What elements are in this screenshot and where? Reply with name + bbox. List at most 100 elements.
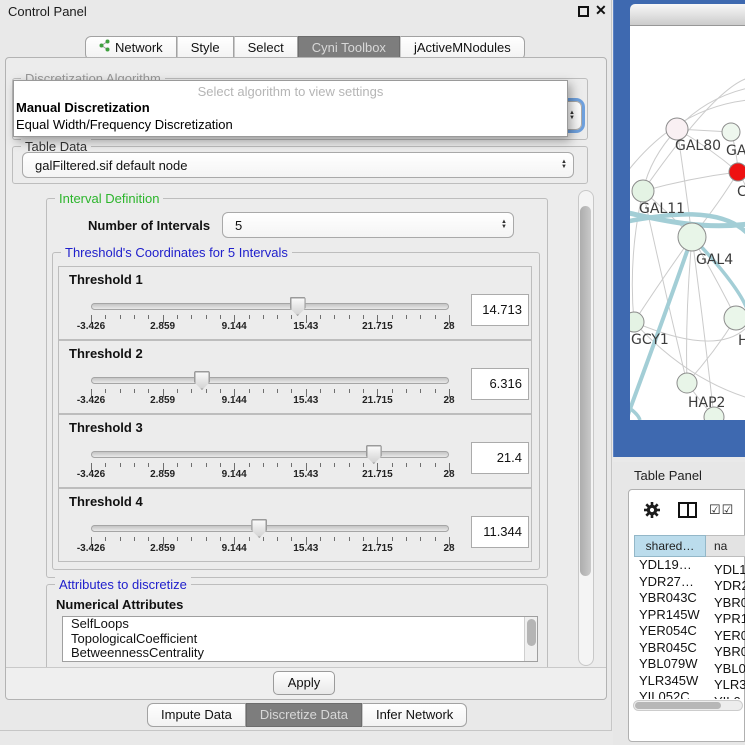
main-scrollbar-thumb[interactable]: [580, 206, 591, 576]
split-columns-icon[interactable]: [678, 502, 697, 518]
slider-tick: [291, 389, 292, 393]
slider-tick-label: 21.715: [362, 395, 393, 406]
table-panel: Table Panel ☑☑ shared… na YDL19…YDL1YDR2…: [613, 462, 745, 745]
slider-tick: [134, 463, 135, 467]
threshold-value-field[interactable]: 14.713: [471, 294, 529, 326]
slider-tick: [420, 315, 421, 319]
attribute-item-selfloops[interactable]: SelfLoops: [63, 617, 537, 632]
apply-button[interactable]: Apply: [273, 671, 335, 695]
cell-shared-name: YIL052C: [634, 689, 706, 699]
numerical-attributes-label: Numerical Attributes: [56, 597, 183, 612]
network-window-titlebar[interactable]: [630, 4, 745, 26]
numerical-attributes-list: SelfLoopsTopologicalCoefficientBetweenne…: [62, 616, 538, 662]
slider-tick: [263, 389, 264, 393]
threshold-slider-track[interactable]: [91, 525, 449, 532]
slider-tick: [291, 463, 292, 467]
attribute-item-topologicalcoefficient[interactable]: TopologicalCoefficient: [63, 632, 537, 647]
slider-tick-label: 21.715: [362, 321, 393, 332]
num-intervals-value: 5: [223, 218, 495, 233]
cell-shared-name: YDR27…: [634, 574, 706, 591]
table-row[interactable]: YDL19…YDL1: [634, 557, 745, 574]
slider-tick: [220, 463, 221, 467]
network-node-c[interactable]: [729, 163, 745, 181]
network-edge[interactable]: [687, 237, 692, 383]
attributes-title: Attributes to discretize: [55, 577, 191, 592]
table-row[interactable]: YDR27…YDR2: [634, 574, 745, 591]
network-node-h[interactable]: [724, 306, 745, 330]
table-row[interactable]: YER054CYER0: [634, 623, 745, 640]
attributes-scrollbar-thumb[interactable]: [527, 619, 536, 646]
num-intervals-combobox[interactable]: 5 ▲▼: [222, 212, 514, 238]
table-row[interactable]: YBR043CYBR0: [634, 590, 745, 607]
close-icon[interactable]: ✕: [595, 2, 607, 19]
tab-discretize-data[interactable]: Discretize Data: [246, 703, 362, 727]
slider-tick: [277, 389, 278, 393]
attributes-scrollbar[interactable]: [524, 617, 537, 661]
slider-tick: [435, 463, 436, 467]
threshold-slider-track[interactable]: [91, 451, 449, 458]
algorithm-option-manual-discretization[interactable]: Manual Discretization: [14, 99, 567, 116]
select-columns-checkboxes-icon[interactable]: ☑☑: [709, 502, 734, 518]
main-vertical-scrollbar[interactable]: [578, 190, 594, 666]
network-node-gal4[interactable]: [678, 223, 706, 251]
slider-tick: [334, 389, 335, 393]
threshold-slider-thumb[interactable]: [251, 519, 267, 538]
slider-tick: [177, 463, 178, 467]
table-row[interactable]: YIL052CYIL0: [634, 689, 745, 699]
tab-infer-network[interactable]: Infer Network: [362, 703, 467, 727]
slider-tick-label: 2.859: [150, 321, 175, 332]
network-edge[interactable]: [643, 172, 738, 191]
slider-tick: [363, 463, 364, 467]
network-node-label: GAL4: [696, 252, 733, 268]
network-canvas[interactable]: GAL80GACGAL11GAL4GCY1HHAP2: [630, 26, 745, 420]
slider-tick: [320, 537, 321, 541]
stepper-arrows-icon: ▲▼: [555, 160, 573, 170]
tab-label: Style: [191, 37, 220, 59]
interval-definition-title: Interval Definition: [55, 191, 163, 206]
slider-tick: [134, 389, 135, 393]
network-node-gal80[interactable]: [666, 118, 688, 140]
slider-tick-label: 9.144: [222, 395, 247, 406]
table-row[interactable]: YLR345WYLR3: [634, 673, 745, 690]
algorithm-dropdown-popup: Select algorithm to view settings Manual…: [13, 80, 568, 137]
threshold-value-field[interactable]: 21.4: [471, 442, 529, 474]
threshold-value-field[interactable]: 6.316: [471, 368, 529, 400]
slider-tick-label: 21.715: [362, 469, 393, 480]
threshold-slider-thumb[interactable]: [194, 371, 210, 390]
table-data-combobox[interactable]: galFiltered.sif default node ▲▼: [22, 152, 574, 178]
threshold-value-field[interactable]: 11.344: [471, 516, 529, 548]
slider-tick: [220, 315, 221, 319]
slider-tick: [249, 463, 250, 467]
column-header-name[interactable]: na: [706, 535, 745, 557]
table-row[interactable]: YBR045CYBR0: [634, 640, 745, 657]
algorithm-option-equal-width-frequency-discretization[interactable]: Equal Width/Frequency Discretization: [14, 116, 567, 133]
table-row[interactable]: YBL079WYBL0: [634, 656, 745, 673]
threshold-slider-track[interactable]: [91, 377, 449, 384]
slider-tick: [206, 463, 207, 467]
slider-tick: [392, 463, 393, 467]
tab-impute-data[interactable]: Impute Data: [147, 703, 246, 727]
network-node-ga[interactable]: [722, 123, 740, 141]
slider-tick: [220, 537, 221, 541]
network-node-hap2[interactable]: [677, 373, 697, 393]
gear-icon[interactable]: [643, 501, 661, 519]
network-node-gal11[interactable]: [632, 180, 654, 202]
slider-tick: [191, 463, 192, 467]
threshold-slider-track[interactable]: [91, 303, 449, 310]
table-horizontal-scrollbar[interactable]: [633, 700, 743, 711]
threshold-slider-thumb[interactable]: [290, 297, 306, 316]
slider-tick: [291, 315, 292, 319]
slider-tick: [206, 389, 207, 393]
tab-label: Select: [248, 37, 284, 59]
table-row[interactable]: YPR145WYPR1: [634, 607, 745, 624]
threshold-slider-thumb[interactable]: [366, 445, 382, 464]
float-window-icon[interactable]: [578, 6, 589, 17]
network-node-gcy1[interactable]: [630, 312, 644, 332]
slider-tick: [349, 463, 350, 467]
tab-label: Infer Network: [376, 704, 453, 726]
attribute-item-betweennesscentrality[interactable]: BetweennessCentrality: [63, 646, 537, 661]
column-header-shared-name[interactable]: shared…: [634, 535, 706, 557]
slider-tick-label: 15.43: [293, 395, 318, 406]
table-hscrollbar-thumb[interactable]: [635, 702, 721, 709]
tab-label: jActiveMNodules: [414, 37, 511, 59]
